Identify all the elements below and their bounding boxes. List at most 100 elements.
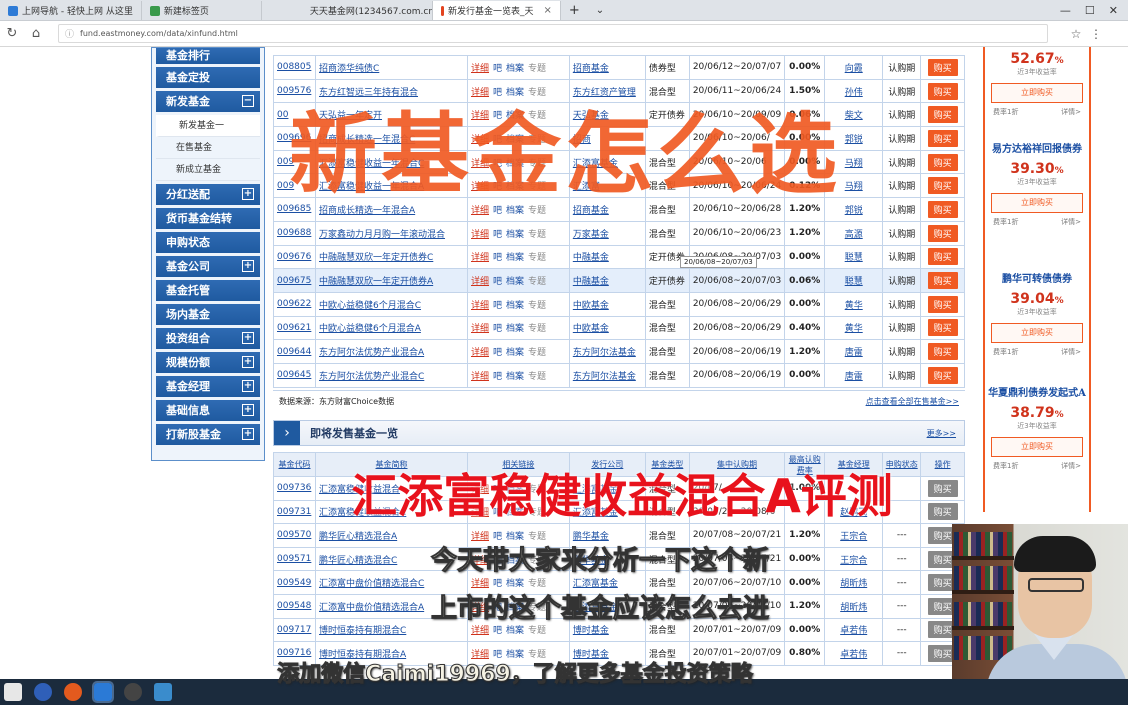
issuer[interactable]: 中融基金 xyxy=(573,277,609,287)
fund-code[interactable]: 009622 xyxy=(277,299,311,309)
topic-link[interactable]: 专题 xyxy=(528,301,546,311)
issuer[interactable]: 中欧基金 xyxy=(573,324,609,334)
archive-link[interactable]: 档案 xyxy=(506,301,524,311)
home-icon[interactable]: ⌂ xyxy=(24,26,48,41)
app-icon[interactable] xyxy=(64,683,82,701)
sidebar-item-custody[interactable]: 基金托管 xyxy=(156,280,260,301)
expand-icon[interactable]: + xyxy=(242,356,254,368)
sidebar-item-basic-info[interactable]: 基础信息 + xyxy=(156,400,260,421)
forum-link[interactable]: 吧 xyxy=(493,626,502,636)
topic-link[interactable]: 专题 xyxy=(528,64,546,74)
archive-link[interactable]: 档案 xyxy=(506,88,524,98)
detail-link[interactable]: 详情> xyxy=(1061,107,1081,117)
app-icon[interactable] xyxy=(124,683,142,701)
fund-manager[interactable]: 聪慧 xyxy=(845,277,863,287)
detail-link[interactable]: 详细 xyxy=(471,277,489,287)
issuer[interactable]: 中融基金 xyxy=(573,253,609,263)
fund-name[interactable]: 东方阿尔法优势产业混合C xyxy=(319,372,424,382)
minimize-icon[interactable]: — xyxy=(1060,4,1071,17)
buy-now-button[interactable]: 立即购买 xyxy=(991,437,1083,457)
issuer[interactable]: 博时基金 xyxy=(573,626,609,636)
topic-link[interactable]: 专题 xyxy=(528,348,546,358)
fund-name[interactable]: 万家鑫动力月月购一年滚动混合 xyxy=(319,230,445,240)
issuer[interactable]: 东方阿尔法基金 xyxy=(573,372,636,382)
expand-icon[interactable]: + xyxy=(242,428,254,440)
browser-tab[interactable]: 天天基金网(1234567.com.cn)× xyxy=(298,1,433,20)
table-row[interactable]: 008805 招商添华纯债C 详细吧档案 专题 招商基金 债券型 20/06/12~20/0… xyxy=(273,55,965,80)
buy-button[interactable]: 购买 xyxy=(927,177,958,195)
detail-link[interactable]: 详细 xyxy=(471,301,489,311)
forum-link[interactable]: 吧 xyxy=(493,277,502,287)
recommended-fund-name[interactable]: 易方达裕祥回报债券 xyxy=(985,143,1089,157)
issuer[interactable]: 东方阿尔法基金 xyxy=(573,348,636,358)
browser-tab-active[interactable]: 新发行基金一览表_天 × xyxy=(432,1,561,20)
buy-button[interactable]: 购买 xyxy=(927,366,958,384)
detail-link[interactable]: 详细 xyxy=(471,372,489,382)
buy-button[interactable]: 购买 xyxy=(927,82,958,100)
detail-link[interactable]: 详细 xyxy=(471,230,489,240)
app-icon[interactable] xyxy=(34,683,52,701)
fund-manager[interactable]: 黄华 xyxy=(845,324,863,334)
archive-link[interactable]: 档案 xyxy=(506,230,524,240)
buy-button[interactable]: 购买 xyxy=(927,295,958,313)
expand-icon[interactable]: + xyxy=(242,332,254,344)
topic-link[interactable]: 专题 xyxy=(528,88,546,98)
fund-code[interactable]: 009675 xyxy=(277,276,311,286)
archive-link[interactable]: 档案 xyxy=(506,64,524,74)
forum-link[interactable]: 吧 xyxy=(493,301,502,311)
browser-tab[interactable]: 上网导航 - 轻快上网 从这里 xyxy=(0,1,142,20)
buy-button[interactable]: 购买 xyxy=(927,319,958,337)
buy-button[interactable]: 购买 xyxy=(927,106,958,124)
fund-code[interactable]: 009645 xyxy=(277,370,311,380)
buy-button[interactable]: 购买 xyxy=(927,248,958,266)
sidebar-item-portfolio[interactable]: 投资组合 + xyxy=(156,328,260,349)
fund-manager[interactable]: 孙伟 xyxy=(845,88,863,98)
fund-code[interactable]: 009548 xyxy=(277,601,311,611)
buy-button[interactable]: 购买 xyxy=(927,153,958,171)
new-tab-button[interactable]: + xyxy=(561,1,588,20)
buy-button[interactable]: 购买 xyxy=(927,129,958,147)
forum-link[interactable]: 吧 xyxy=(493,230,502,240)
browser-tab[interactable]: 新建标签页 xyxy=(142,1,262,20)
topic-link[interactable]: 专题 xyxy=(528,372,546,382)
issuer[interactable]: 东方红资产管理 xyxy=(573,88,636,98)
forum-link[interactable]: 吧 xyxy=(493,88,502,98)
topic-link[interactable]: 专题 xyxy=(528,253,546,263)
topic-link[interactable]: 专题 xyxy=(528,324,546,334)
table-row[interactable]: 009676中融融慧双欣一年定开债券C详细吧档案专题中融基金定开债券20/06/… xyxy=(273,244,965,270)
fund-manager[interactable]: 聪慧 xyxy=(845,253,863,263)
detail-link[interactable]: 详细 xyxy=(471,348,489,358)
fund-name[interactable]: 中融融慧双欣一年定开债券C xyxy=(319,253,433,263)
fund-name[interactable]: 中欧心益稳健6个月混合C xyxy=(319,301,421,311)
window-close-icon[interactable]: ✕ xyxy=(1109,4,1118,17)
sidebar-item-subscription-status[interactable]: 申购状态 xyxy=(156,232,260,253)
issuer[interactable]: 万家基金 xyxy=(573,230,609,240)
topic-link[interactable]: 专题 xyxy=(528,277,546,287)
forum-link[interactable]: 吧 xyxy=(493,348,502,358)
fund-name[interactable]: 中欧心益稳健6个月混合A xyxy=(319,324,421,334)
star-icon[interactable]: ☆ xyxy=(1066,27,1086,41)
buy-button[interactable]: 购买 xyxy=(927,343,958,361)
forum-link[interactable]: 吧 xyxy=(493,253,502,263)
table-row[interactable]: 009688 万家鑫动力月月购一年滚动混合 详细吧档案 专题 万家基金 混合型 20/06/… xyxy=(273,220,965,246)
url-field[interactable]: ⓘ fund.eastmoney.com/data/xinfund.html xyxy=(58,24,1048,43)
sidebar-item-managers[interactable]: 基金经理 + xyxy=(156,376,260,397)
browser-icon[interactable] xyxy=(92,681,114,703)
archive-link[interactable]: 档案 xyxy=(506,324,524,334)
fund-code[interactable]: 009570 xyxy=(277,530,311,540)
detail-link[interactable]: 详情> xyxy=(1061,347,1081,357)
sidebar-item-exchange-funds[interactable]: 场内基金 xyxy=(156,304,260,325)
expand-icon[interactable]: + xyxy=(242,380,254,392)
buy-button[interactable]: 购买 xyxy=(927,272,958,290)
sidebar-item-scale[interactable]: 规模份额 + xyxy=(156,352,260,373)
reload-icon[interactable]: ↻ xyxy=(0,26,24,41)
recommended-fund-name[interactable]: 华夏鼎利债券发起式A xyxy=(985,387,1089,401)
table-row[interactable]: 009621 中欧心益稳健6个月混合A 详细吧档案 专题 中欧基金 混合型 20/06/08… xyxy=(273,315,965,341)
sidebar-item-money-fund[interactable]: 货币基金结转 xyxy=(156,208,260,229)
detail-link[interactable]: 详细 xyxy=(471,324,489,334)
buy-button[interactable]: 购买 xyxy=(927,224,958,242)
detail-link[interactable]: 详细 xyxy=(471,253,489,263)
maximize-icon[interactable]: ☐ xyxy=(1085,4,1095,17)
fund-code[interactable]: 009644 xyxy=(277,347,311,357)
buy-now-button[interactable]: 立即购买 xyxy=(991,323,1083,343)
